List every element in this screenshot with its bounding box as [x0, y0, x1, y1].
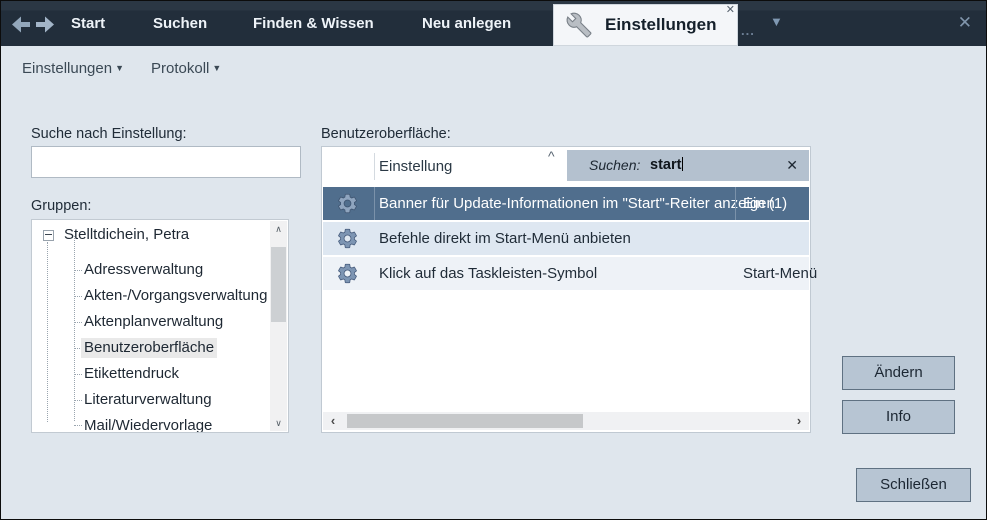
tab-overflow-ellipsis[interactable]: ... — [741, 23, 755, 38]
tab-neu-anlegen[interactable]: Neu anlegen — [422, 1, 511, 46]
text-cursor — [682, 157, 683, 171]
chevron-down-icon: ▼ — [212, 63, 221, 73]
tree-scrollbar[interactable]: ∧ ∨ — [270, 221, 287, 431]
tree-line — [74, 296, 82, 297]
search-setting-label: Suche nach Einstellung: — [31, 126, 187, 142]
scrollbar-thumb[interactable] — [271, 247, 286, 322]
menu-einstellungen-label: Einstellungen — [22, 60, 112, 77]
tree-line — [74, 425, 82, 426]
column-divider — [374, 187, 375, 220]
tree-line — [74, 322, 82, 323]
tree-collapse-icon[interactable] — [43, 230, 54, 241]
close-button[interactable]: Schließen — [856, 468, 971, 502]
settings-window: Start Suchen Finden & Wissen Neu anlegen… — [0, 0, 987, 520]
gear-icon — [336, 192, 359, 220]
forward-icon[interactable] — [35, 16, 55, 33]
table-row[interactable]: Klick auf das Taskleisten-Symbol Start-M… — [323, 257, 809, 290]
tree-item-literaturverwaltung[interactable]: Literaturverwaltung — [84, 390, 212, 410]
setting-value: Start-Menü — [743, 257, 817, 290]
tree-line — [74, 236, 75, 421]
column-header-einstellung[interactable]: Einstellung — [379, 147, 452, 186]
search-setting-input[interactable] — [31, 146, 301, 178]
tab-start[interactable]: Start — [71, 1, 105, 46]
menu-protokoll-label: Protokoll — [151, 60, 209, 77]
tree-line — [74, 270, 82, 271]
sort-ascending-icon: ^ — [548, 148, 555, 164]
active-tab-label: Einstellungen — [605, 4, 716, 46]
tree-item-adressverwaltung[interactable]: Adressverwaltung — [84, 260, 203, 280]
search-clear-icon[interactable]: ✕ — [786, 150, 798, 181]
menu-protokoll[interactable]: Protokoll▼ — [151, 46, 221, 90]
chevron-down-icon: ▼ — [115, 63, 124, 73]
back-icon[interactable] — [11, 16, 31, 33]
table-search-value[interactable]: start — [650, 150, 683, 181]
tab-finden-wissen[interactable]: Finden & Wissen — [253, 1, 374, 46]
scroll-left-icon[interactable]: ‹ — [325, 412, 341, 430]
tree-item-benutzeroberflaeche[interactable]: Benutzeroberfläche — [81, 338, 217, 358]
gear-icon — [336, 262, 359, 290]
tab-close-icon[interactable]: ✕ — [726, 4, 735, 17]
column-divider — [374, 153, 375, 180]
window-close-icon[interactable]: ✕ — [958, 13, 972, 33]
tree-item-akten-vorgangsverwaltung[interactable]: Akten-/Vorgangsverwaltung — [84, 286, 267, 306]
tree-item-aktenplanverwaltung[interactable]: Aktenplanverwaltung — [84, 312, 223, 332]
tree-item-mail-wiedervorlage[interactable]: Mail/Wiedervorlage — [84, 416, 212, 433]
table-row[interactable]: Banner für Update-Informationen im "Star… — [323, 187, 809, 220]
gear-icon — [336, 227, 359, 255]
table-header[interactable]: Einstellung ^ Suchen: start ✕ — [322, 147, 810, 186]
setting-name: Banner für Update-Informationen im "Star… — [379, 187, 775, 220]
tab-list-dropdown-icon[interactable]: ▼ — [770, 14, 783, 29]
setting-value: Ein (1) — [743, 187, 787, 220]
groups-tree: Stelltdichein, Petra Adressverwaltung Ak… — [31, 219, 289, 433]
table-search-text: start — [650, 157, 681, 173]
menu-bar: Einstellungen▼ Protokoll▼ — [1, 46, 986, 90]
tree-line — [74, 400, 82, 401]
table-horizontal-scrollbar[interactable]: ‹ › — [323, 412, 809, 430]
wrench-icon — [566, 12, 592, 43]
table-search-label: Suchen: — [589, 150, 640, 181]
info-button[interactable]: Info — [842, 400, 955, 434]
scroll-down-icon[interactable]: ∨ — [270, 415, 287, 431]
tree-root-item[interactable]: Stelltdichein, Petra — [64, 225, 189, 245]
settings-table: Einstellung ^ Suchen: start ✕ Banner für… — [321, 146, 811, 433]
tree-line — [47, 242, 48, 422]
tree-line — [74, 374, 82, 375]
tree-item-etikettendruck[interactable]: Etikettendruck — [84, 364, 179, 384]
tab-suchen[interactable]: Suchen — [153, 1, 207, 46]
table-row[interactable]: Befehle direkt im Start-Menü anbieten — [323, 222, 809, 255]
menu-einstellungen[interactable]: Einstellungen▼ — [22, 46, 124, 90]
setting-name: Klick auf das Taskleisten-Symbol — [379, 257, 597, 290]
change-button[interactable]: Ändern — [842, 356, 955, 390]
groups-label: Gruppen: — [31, 198, 91, 214]
scroll-right-icon[interactable]: › — [791, 412, 807, 430]
column-divider — [735, 187, 736, 220]
settings-list-title: Benutzeroberfläche: — [321, 126, 451, 142]
scrollbar-thumb[interactable] — [347, 414, 583, 428]
setting-name: Befehle direkt im Start-Menü anbieten — [379, 222, 631, 255]
scroll-up-icon[interactable]: ∧ — [270, 221, 287, 237]
tab-einstellungen-active[interactable]: Einstellungen ✕ — [553, 4, 738, 46]
nav-bar: Start Suchen Finden & Wissen Neu anlegen… — [1, 1, 986, 46]
table-search-box[interactable]: Suchen: start ✕ — [567, 150, 809, 181]
